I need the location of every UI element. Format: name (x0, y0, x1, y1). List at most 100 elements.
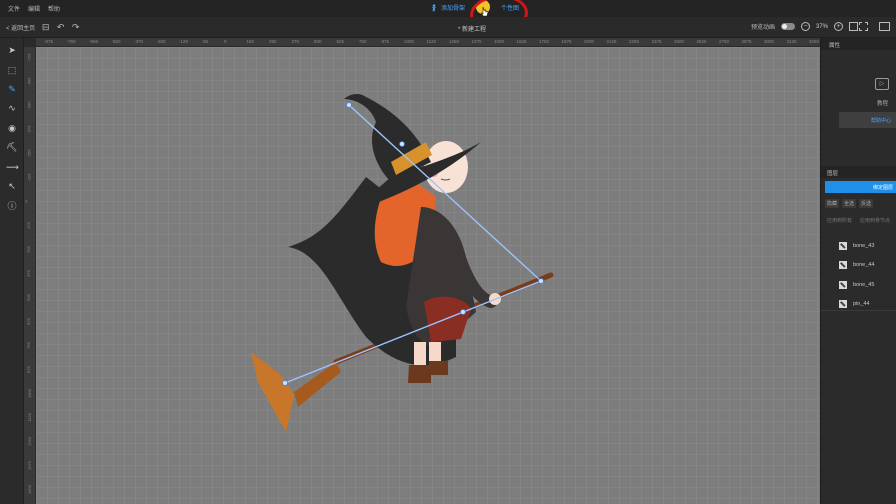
zoom-in-icon[interactable]: + (834, 22, 843, 31)
list-item[interactable]: bone_44 (839, 256, 874, 276)
bone-icon (839, 241, 847, 250)
ruler-tick: -875 (44, 39, 54, 44)
broom-bristles (251, 352, 294, 432)
paint-tool-icon[interactable]: ⛏ (6, 141, 18, 153)
zoom-out-icon[interactable]: − (800, 22, 810, 31)
ruler-tick: -250 (26, 149, 32, 158)
ruler-horizontal: -875 -760 -665 -560 -370 -260 -125 -35 0 150 250 37… (36, 38, 820, 47)
pointer-tool-icon[interactable]: ↖ (6, 180, 18, 192)
ruler-tick: -125 (26, 173, 32, 182)
bone-icon (839, 261, 847, 270)
undo-icon[interactable]: ↶ (56, 23, 65, 32)
ruler-tick: 500 (25, 294, 31, 301)
ruler-tick: 1000 (404, 39, 415, 44)
ruler-tick: 1250 (449, 39, 460, 44)
link-tool-icon[interactable]: ⟿ (6, 161, 19, 173)
editor-window: 文件 编辑 帮助 添加骨架 个性图 < 返回主页 ⊟ ↶ ↷ * 新建工程 预览… (0, 0, 896, 504)
tutorial-label: 教程 (877, 101, 889, 107)
apply-bone-link[interactable]: 应用到骨节点 (860, 217, 890, 224)
zoom-level: 37% (815, 23, 828, 30)
ruler-vertical: -725 -605 -500 -375 -250 -125 0 125 250 375 500 625… (24, 47, 36, 504)
layout-icon[interactable] (879, 22, 890, 31)
preview-toggle-label: 预览动画 (750, 25, 775, 31)
document-title: * 新建工程 (458, 27, 487, 33)
bone-icon (839, 280, 847, 289)
ruler-tick: -375 (26, 125, 32, 134)
ruler-tick: 3000 (764, 39, 775, 44)
ruler-tick: 2750 (719, 39, 730, 44)
witch-artwork (251, 93, 554, 432)
ruler-tick: -125 (179, 39, 189, 44)
ruler-tick: -605 (26, 77, 32, 86)
ruler-tick: 1500 (494, 39, 505, 44)
boot (408, 365, 431, 383)
properties-panel: 属性 ▷ 教程 帮助中心 图层 绑定图层 隐藏 全选 反选 应用到所有 应用到骨… (820, 38, 896, 504)
ruler-tick: 3125 (786, 39, 797, 44)
redo-icon[interactable]: ↷ (71, 23, 80, 32)
ruler-tick: -725 (26, 53, 32, 62)
menu-help[interactable]: 帮助 (48, 4, 60, 13)
ruler-tick: -500 (26, 101, 32, 110)
ruler-tick: 1375 (26, 461, 32, 470)
toolbar: < 返回主页 ⊟ ↶ ↷ * 新建工程 预览动画 − 37% + (0, 17, 896, 38)
select-all-chip[interactable]: 全选 (842, 199, 857, 208)
help-center-button[interactable]: 帮助中心 (839, 112, 896, 128)
ruler-tick: 0 (224, 39, 227, 44)
info-icon[interactable]: ⓘ (6, 200, 18, 212)
ruler-tick: 1500 (26, 485, 32, 494)
ruler-tick: 2125 (606, 39, 617, 44)
person-icon (431, 3, 437, 11)
ruler-tick: 0 (24, 200, 29, 203)
list-item[interactable]: bone_43 (839, 236, 874, 256)
invert-select-chip[interactable]: 反选 (859, 199, 874, 208)
ruler-tick: 3250 (809, 39, 820, 44)
pin-icon (839, 300, 847, 309)
ruler-tick: 1625 (516, 39, 527, 44)
ruler-tick: 250 (25, 246, 31, 253)
ruler-tick: 375 (291, 39, 300, 44)
ruler-tick: 1250 (26, 437, 32, 446)
ruler-tick: -35 (201, 39, 209, 44)
ruler-tick: 1125 (26, 413, 32, 422)
select-tool-icon[interactable]: ➤ (6, 44, 18, 56)
back-home-button[interactable]: < 返回主页 (6, 23, 35, 32)
save-icon[interactable]: ⊟ (41, 23, 50, 32)
pin-tool-icon[interactable]: ◉ (6, 122, 18, 134)
ruler-tick: 2500 (674, 39, 685, 44)
preview-toggle[interactable] (780, 23, 795, 30)
ruler-tick: 125 (25, 222, 31, 229)
ruler-tick: 150 (246, 39, 255, 44)
menu-bar: 文件 编辑 帮助 添加骨架 个性图 (0, 0, 896, 35)
tool-palette: ➤ ⬚ ✎ ∿ ◉ ⛏ ⟿ ↖ ⓘ (0, 38, 24, 504)
ruler-tick: 750 (25, 342, 31, 349)
fit-screen-icon[interactable] (849, 22, 858, 31)
apply-all-link[interactable]: 应用到所有 (827, 217, 852, 224)
list-item[interactable]: pin_44 (839, 295, 874, 315)
hide-chip[interactable]: 隐藏 (825, 199, 840, 208)
list-item[interactable]: bone_45 (839, 275, 874, 295)
layers-header: 图层 (827, 171, 839, 177)
menu-file[interactable]: 文件 (8, 4, 20, 13)
ruler-tick: 625 (25, 318, 31, 325)
ruler-tick: 1750 (539, 39, 550, 44)
ruler-tick: -370 (134, 39, 144, 44)
add-skeleton-tab[interactable]: 添加骨架 (430, 3, 465, 12)
fullscreen-icon[interactable] (859, 22, 868, 31)
ruler-tick: -560 (111, 39, 121, 44)
transform-tool-icon[interactable]: ⬚ (6, 64, 18, 76)
bone-tool-icon[interactable]: ✎ (6, 83, 18, 95)
bind-layer-button[interactable]: 绑定图层 (825, 181, 896, 193)
canvas[interactable] (36, 47, 820, 504)
properties-header: 属性 (829, 43, 841, 49)
curve-tool-icon[interactable]: ∿ (6, 102, 18, 114)
ruler-tick: -760 (66, 39, 76, 44)
ruler-tick: 1120 (426, 39, 437, 44)
ruler-tick: 2375 (651, 39, 662, 44)
ruler-tick: 1000 (26, 389, 32, 398)
tutorial-video-icon[interactable]: ▷ (875, 78, 889, 90)
ruler-tick: 1875 (561, 39, 572, 44)
ruler-tick: 250 (269, 39, 277, 44)
ruler-tick: 1375 (471, 39, 482, 44)
ruler-tick: 625 (336, 39, 345, 44)
menu-edit[interactable]: 编辑 (28, 4, 40, 13)
